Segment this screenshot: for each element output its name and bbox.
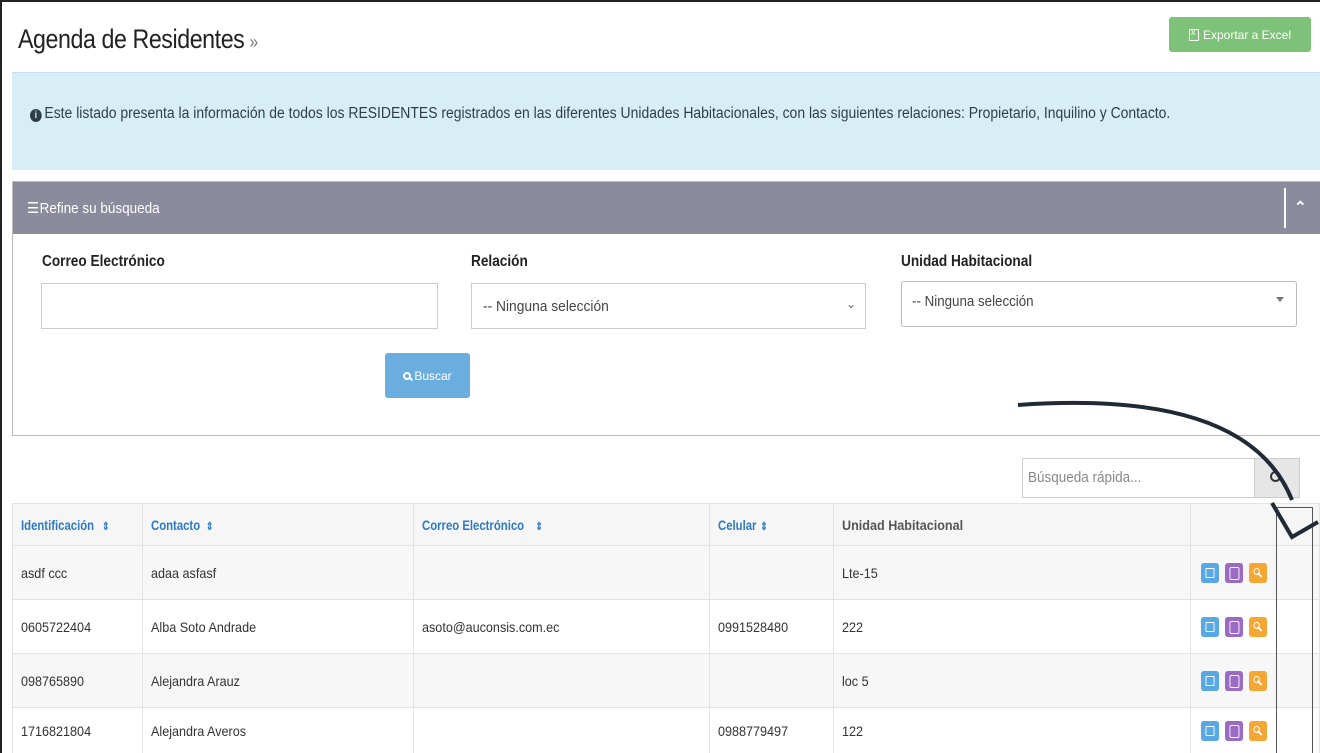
sort-icon: ⇕ [760,520,768,533]
unit-select[interactable]: -- Ninguna selección [901,281,1297,327]
sliders-icon: ☰ [27,200,40,217]
info-text: Este listado presenta la información de … [44,105,1171,122]
sort-icon: ⇕ [535,520,543,533]
key-icon[interactable] [1249,616,1268,637]
search-icon [1270,471,1281,482]
relation-label: Relación [471,253,528,270]
export-excel-label: Exportar a Excel [1202,27,1292,42]
key-icon[interactable] [1249,670,1268,691]
key-icon[interactable] [1249,562,1268,583]
id-card-icon[interactable] [1225,562,1244,583]
cell-id: 1716821804 [12,707,143,753]
sort-icon: ⇕ [102,520,110,533]
cell-email [412,707,710,753]
cell-contact: adaa asfasf [141,545,414,600]
quick-search-input[interactable]: Búsqueda rápida... [1022,458,1255,498]
edit-icon[interactable] [1201,616,1220,637]
cell-id: asdf ccc [12,545,143,600]
frame-top-border [0,0,1320,2]
cell-id: 098765890 [12,653,143,708]
cell-phone [708,653,835,708]
edit-icon[interactable] [1201,670,1220,691]
unit-select-value: -- Ninguna selección [912,294,1034,310]
table-row: 098765890 Alejandra Arauz loc 5 [12,653,1320,708]
page-title: Agenda de Residentes» [18,24,258,55]
filter-panel-header[interactable]: ☰Refine su búsqueda ⌃ [13,182,1320,234]
page-title-text: Agenda de Residentes [18,24,245,54]
quick-search-placeholder: Búsqueda rápida... [1028,469,1142,486]
collapse-chevron-up-icon[interactable]: ⌃ [1294,198,1307,216]
edit-icon[interactable] [1201,720,1220,741]
sort-icon: ⇕ [205,520,214,533]
search-icon [403,371,412,380]
id-card-icon[interactable] [1225,616,1244,637]
chevron-down-icon: ⌄ [845,297,856,311]
info-alert: i Este listado presenta la información de… [12,72,1320,170]
info-text-block: i Este listado presenta la información de… [30,100,1317,127]
cell-unit: loc 5 [833,653,1192,708]
edit-icon[interactable] [1201,562,1220,583]
id-card-icon[interactable] [1225,720,1244,741]
cell-phone: 0991528480 [708,599,835,654]
cell-id: 0605722404 [12,599,143,654]
filter-title: ☰Refine su búsqueda [27,199,160,217]
info-circle-icon: i [30,109,42,122]
col-header-identificacion[interactable]: Identificación ⇕ [12,503,143,546]
cell-phone: 0988779497 [708,707,835,753]
col-header-unidad: Unidad Habitacional [833,503,1192,546]
email-field[interactable] [41,283,438,329]
cell-email [412,545,710,600]
cell-unit: 222 [833,599,1192,654]
excel-file-icon [1188,27,1199,41]
search-button[interactable]: Buscar [385,353,470,398]
frame-left-border [0,0,2,753]
table-header-row: Identificación ⇕ Contacto ⇕ Correo Electró… [12,503,1320,546]
cell-contact: Alba Soto Andrade [141,599,414,654]
cell-unit: Lte-15 [833,545,1192,600]
cell-contact: Alejandra Arauz [141,653,414,708]
title-chevron: » [249,32,259,52]
caret-down-icon [1276,297,1284,302]
email-label: Correo Electrónico [42,253,165,270]
cell-email: asoto@auconsis.com.ec [412,599,710,654]
cell-contact: Alejandra Averos [141,707,414,753]
relation-select-value: -- Ninguna selección [483,298,609,315]
unit-label: Unidad Habitacional [901,253,1033,270]
filter-header-divider [1284,188,1286,228]
col-header-contacto[interactable]: Contacto ⇕ [141,503,414,546]
table-row: 1716821804 Alejandra Averos 0988779497 1… [12,707,1320,753]
cell-phone [708,545,835,600]
col-header-celular[interactable]: Celular ⇕ [708,503,835,546]
filter-title-text: Refine su búsqueda [39,200,160,217]
quick-search-button[interactable] [1254,458,1300,498]
key-icon[interactable] [1249,720,1268,741]
cell-email [412,653,710,708]
table-row: asdf ccc adaa asfasf Lte-15 [12,545,1320,600]
export-excel-button[interactable]: Exportar a Excel [1169,17,1311,52]
id-card-icon[interactable] [1225,670,1244,691]
cell-unit: 122 [833,707,1192,753]
col-header-correo[interactable]: Correo Electrónico ⇕ [412,503,710,546]
relation-select[interactable]: -- Ninguna selección ⌄ [471,283,866,329]
key-column-highlight [1276,507,1313,753]
table-row: 0605722404 Alba Soto Andrade asoto@aucon… [12,599,1320,654]
residents-table: Identificación ⇕ Contacto ⇕ Correo Electró… [12,503,1320,753]
search-button-label: Buscar [414,368,452,383]
